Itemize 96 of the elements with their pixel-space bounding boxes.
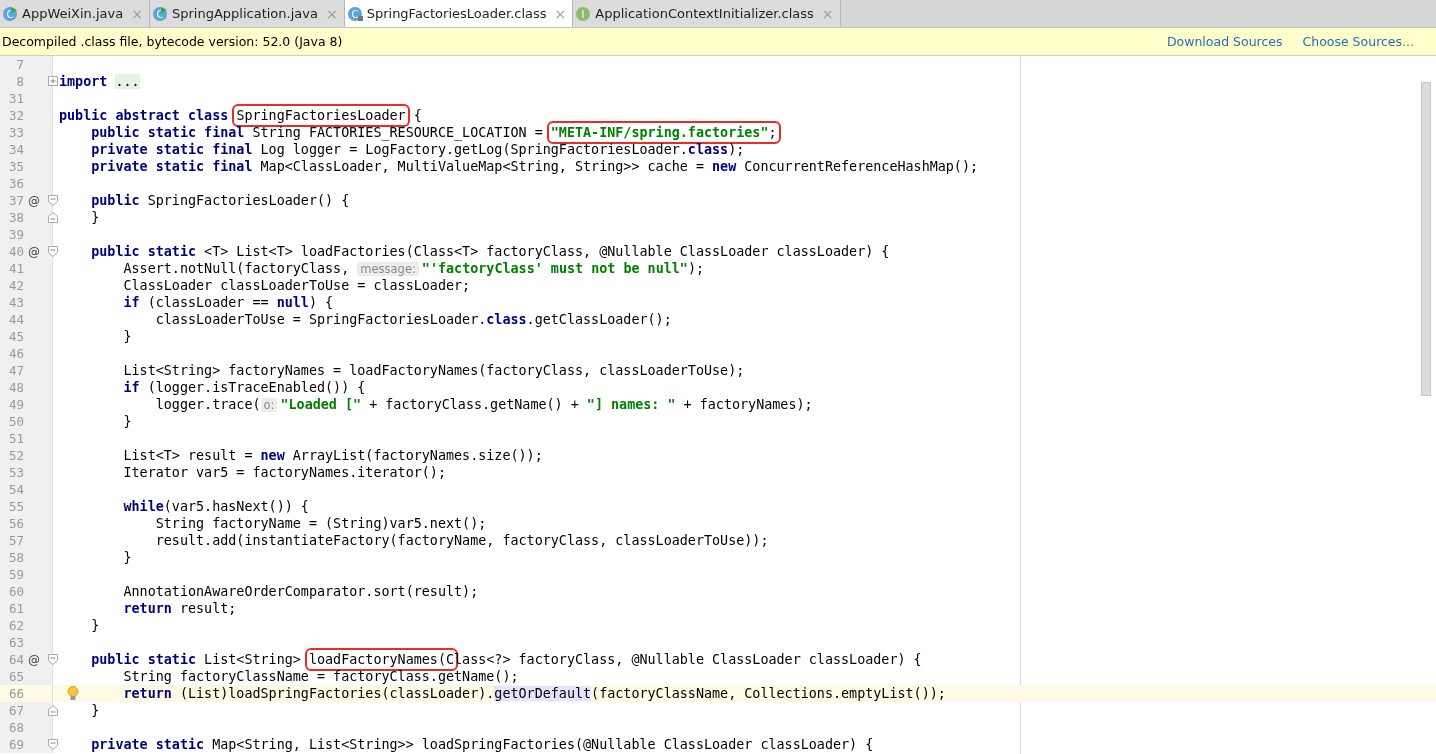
code-text: if (classLoader == null) { bbox=[122, 295, 334, 310]
code-text: } bbox=[122, 329, 132, 344]
code-text: public static List<String> bbox=[90, 652, 302, 667]
code-text: String factoryClassName = factoryClass.getName(); bbox=[122, 669, 519, 684]
code-text: } bbox=[90, 618, 100, 633]
line-number: 56 bbox=[7, 516, 24, 531]
line-number: 64 bbox=[7, 652, 24, 667]
line-number: 69 bbox=[7, 737, 24, 752]
fold-icon[interactable] bbox=[48, 195, 58, 206]
line-number: 54 bbox=[7, 482, 24, 497]
line-number: 32 bbox=[7, 108, 24, 123]
code-text: if (logger.isTraceEnabled()) { bbox=[122, 380, 366, 395]
code-text: "'factoryClass' must not be null"); bbox=[421, 261, 705, 276]
line-number: 52 bbox=[7, 448, 24, 463]
code-text: private static final Map<ClassLoader, MultiValueMap<String, String>> cache = new ConcurrentReferenceHashMap(); bbox=[90, 159, 979, 174]
line-number: 58 bbox=[7, 550, 24, 565]
code-text: Iterator var5 = factoryNames.iterator(); bbox=[122, 465, 446, 480]
line-number: 34 bbox=[7, 142, 24, 157]
parameter-hint: message: bbox=[357, 261, 419, 276]
code-text: ClassLoader classLoaderToUse = classLoader; bbox=[122, 278, 471, 293]
line-number: 47 bbox=[7, 363, 24, 378]
code-text: result.add(instantiateFactory(factoryName, factoryClass, classLoaderToUse)); bbox=[154, 533, 769, 548]
code-text: { bbox=[412, 108, 422, 123]
line-number: 40 bbox=[7, 244, 24, 259]
line-number: 57 bbox=[7, 533, 24, 548]
code-text: AnnotationAwareOrderComparator.sort(result); bbox=[122, 584, 479, 599]
code-text: List<T> result = new ArrayList(factoryNames.size()); bbox=[122, 448, 543, 463]
line-number: 51 bbox=[7, 431, 24, 446]
fold-icon[interactable] bbox=[48, 212, 58, 223]
line-number: 62 bbox=[7, 618, 24, 633]
code-text: import ... bbox=[59, 74, 140, 89]
code-text: } bbox=[90, 703, 100, 718]
lightbulb-icon[interactable] bbox=[67, 686, 79, 701]
parameter-hint: o: bbox=[260, 397, 278, 412]
override-marker[interactable]: @ bbox=[27, 652, 41, 667]
line-number: 38 bbox=[7, 210, 24, 225]
code-text: private static final Log logger = LogFactory.getLog(SpringFactoriesLoader.class); bbox=[90, 142, 745, 157]
line-number: 55 bbox=[7, 499, 24, 514]
code-text: return result; bbox=[122, 601, 237, 616]
line-number: 33 bbox=[7, 125, 24, 140]
expand-icon[interactable] bbox=[48, 76, 58, 87]
line-number: 59 bbox=[7, 567, 24, 582]
code-text: } bbox=[122, 414, 132, 429]
code-text: while(var5.hasNext()) { bbox=[122, 499, 309, 514]
code-text: public static final String FACTORIES_RESOURCE_LOCATION = bbox=[90, 125, 544, 140]
line-number: 39 bbox=[7, 227, 24, 242]
line-number: 43 bbox=[7, 295, 24, 310]
line-number: 53 bbox=[7, 465, 24, 480]
line-number: 63 bbox=[7, 635, 24, 650]
interface-icon: I bbox=[575, 5, 592, 22]
code-text: logger.trace( bbox=[154, 397, 261, 412]
code-text: classLoaderToUse = SpringFactoriesLoader.class.getClassLoader(); bbox=[154, 312, 672, 327]
line-number: 45 bbox=[7, 329, 24, 344]
line-number: 50 bbox=[7, 414, 24, 429]
editor-tab[interactable]: C SpringFactoriesLoader.class × bbox=[344, 0, 574, 27]
fold-icon[interactable] bbox=[48, 654, 58, 665]
notification-text: Decompiled .class file, bytecode version: 52.0 (Java 8) bbox=[2, 34, 344, 49]
code-text: List<String> factoryNames = loadFactoryNames(factoryClass, classLoaderToUse); bbox=[122, 363, 745, 378]
code-text: public abstract class bbox=[59, 108, 230, 123]
line-number: 49 bbox=[7, 397, 24, 412]
code-text: Assert.notNull(factoryClass, bbox=[122, 261, 351, 276]
line-number: 41 bbox=[7, 261, 24, 276]
override-marker[interactable]: @ bbox=[27, 193, 41, 208]
fold-icon[interactable] bbox=[48, 705, 58, 716]
banner-link[interactable]: Choose Sources... bbox=[1302, 34, 1414, 49]
line-number: 67 bbox=[7, 703, 24, 718]
line-number: 61 bbox=[7, 601, 24, 616]
line-number: 44 bbox=[7, 312, 24, 327]
line-number: 37 bbox=[7, 193, 24, 208]
line-number: 68 bbox=[7, 720, 24, 735]
line-number: 35 bbox=[7, 159, 24, 174]
line-number: 42 bbox=[7, 278, 24, 293]
fold-icon[interactable] bbox=[48, 246, 58, 257]
line-number: 36 bbox=[7, 176, 24, 191]
line-number: 31 bbox=[7, 91, 24, 106]
code-text: } bbox=[122, 550, 132, 565]
code-text: "Loaded [" + factoryClass.getName() + "] names: " + factoryNames); bbox=[280, 397, 813, 412]
code-text: return (List)loadSpringFactories(classLoader).getOrDefault(factoryClassName, Collections.emptyList()); bbox=[122, 686, 946, 701]
line-number: 8 bbox=[15, 74, 24, 89]
code-text: } bbox=[90, 210, 100, 225]
code-text: private static Map<String, List<String>> loadSpringFactories(@Nullable ClassLoader classLoader) { bbox=[90, 737, 874, 752]
line-number: 60 bbox=[7, 584, 24, 599]
scrollbar[interactable] bbox=[1421, 82, 1431, 396]
code-text: public SpringFactoriesLoader() { bbox=[90, 193, 350, 208]
code-text: public static <T> List<T> loadFactories(Class<T> factoryClass, @Nullable ClassLoader classLoader) { bbox=[90, 244, 890, 259]
line-number: 48 bbox=[7, 380, 24, 395]
fold-icon[interactable] bbox=[48, 739, 58, 750]
line-number: 66 bbox=[7, 686, 24, 701]
editor-tab[interactable]: I ApplicationContextInitializer.class × bbox=[573, 0, 841, 27]
banner-link[interactable]: Download Sources bbox=[1166, 34, 1283, 49]
override-marker[interactable]: @ bbox=[27, 244, 41, 259]
line-number: 65 bbox=[7, 669, 24, 684]
line-number: 46 bbox=[7, 346, 24, 361]
code-text: String factoryName = (String)var5.next(); bbox=[154, 516, 487, 531]
line-number: 7 bbox=[15, 57, 24, 72]
class-icon: C bbox=[346, 5, 363, 22]
